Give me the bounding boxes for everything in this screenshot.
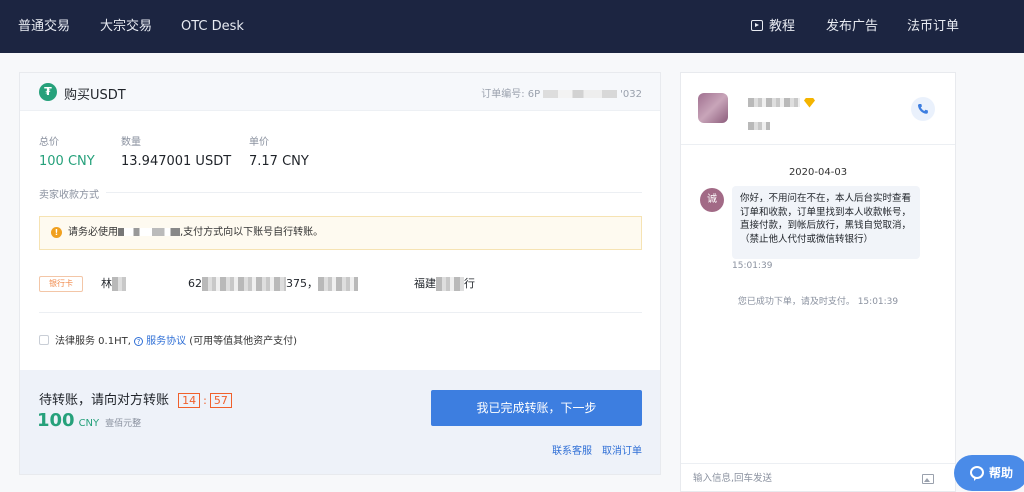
call-button[interactable] <box>911 97 935 121</box>
amount-currency: CNY <box>78 418 100 429</box>
contact-support-link[interactable]: 联系客服 <box>552 446 592 457</box>
chat-panel: 2020-04-03 诚 你好，不用问在不在，本人后台实时查看订单和收款，订单里… <box>680 72 956 492</box>
order-title: 购买USDT <box>64 88 126 103</box>
account-holder-initial: 林 <box>101 277 112 290</box>
footer-links: 联系客服 取消订单 <box>542 442 642 457</box>
quantity-label: 数量 <box>121 137 141 148</box>
legal-service-label: 法律服务 0.1HT, <box>55 336 131 347</box>
help-button[interactable]: 帮助 <box>954 455 1024 491</box>
bank-name[interactable]: 福建 行 <box>414 276 475 292</box>
legal-service-checkbox[interactable] <box>39 335 49 345</box>
redacted-text <box>748 98 800 107</box>
nav-item-tutorial[interactable]: 教程 <box>751 0 795 53</box>
payment-method-label: 卖家收款方式 <box>39 190 99 201</box>
amount-number: 100 <box>37 410 75 431</box>
redacted-text <box>748 121 770 130</box>
unit-price-stat: 单价 7.17 CNY <box>249 133 309 169</box>
total-price-label: 总价 <box>39 137 59 148</box>
image-upload-icon[interactable] <box>922 474 934 484</box>
order-number-redacted <box>543 90 618 98</box>
nav-item-normal-trade[interactable]: 普通交易 <box>18 0 70 53</box>
order-number-tail: '032 <box>620 89 642 100</box>
phone-icon <box>917 104 928 114</box>
chat-date: 2020-04-03 <box>788 167 848 178</box>
bank-name-start: 福建 <box>414 277 436 290</box>
divider <box>39 312 642 313</box>
top-nav: 普通交易 大宗交易 OTC Desk 教程 发布广告 法币订单 <box>0 0 1024 53</box>
avatar <box>698 93 728 123</box>
nav-item-post-ad[interactable]: 发布广告 <box>826 0 878 53</box>
help-button-label: 帮助 <box>989 466 1014 480</box>
order-number: 订单编号: 6P '032 <box>481 85 642 100</box>
nav-item-block-trade[interactable]: 大宗交易 <box>100 0 152 53</box>
merchant-info <box>748 115 770 134</box>
system-message: 您已成功下单，请及时支付。 15:01:39 <box>737 297 899 307</box>
service-agreement-link[interactable]: 服务协议 <box>146 336 186 347</box>
account-number-start: 62 <box>188 277 202 290</box>
payment-notice: ! 请务必使用 ,支付方式向以下账号自行转账。 <box>39 216 642 250</box>
bank-card-tag: 银行卡 <box>39 276 83 292</box>
notice-suffix: ,支付方式向以下账号自行转账。 <box>180 227 324 238</box>
divider <box>106 192 642 193</box>
account-holder[interactable]: 林 <box>101 276 126 292</box>
chat-header <box>681 73 955 145</box>
legal-note: (可用等值其他资产支付) <box>189 336 298 347</box>
chat-bubble-icon <box>970 466 984 481</box>
merchant-name <box>748 95 815 109</box>
message-timestamp: 15:01:39 <box>732 261 773 271</box>
account-number[interactable]: 62 375， <box>188 276 358 292</box>
redacted-text <box>436 277 464 291</box>
total-price-value: 100 CNY <box>39 154 95 169</box>
cancel-order-link[interactable]: 取消订单 <box>602 446 642 457</box>
chat-message: 你好，不用问在不在，本人后台实时查看订单和收款，订单里找到本人收款帐号，直接付款… <box>732 186 920 259</box>
account-number-end: 375 <box>286 277 307 290</box>
avatar: 诚 <box>700 188 724 212</box>
nav-item-fiat-orders[interactable]: 法币订单 <box>907 0 959 53</box>
unit-price-value: 7.17 CNY <box>249 154 309 169</box>
question-icon: ? <box>134 337 144 346</box>
redacted-text <box>112 277 126 291</box>
redacted-text <box>318 277 358 291</box>
diamond-badge-icon <box>804 97 815 108</box>
play-video-icon <box>751 20 763 31</box>
chat-input-bar <box>681 463 955 491</box>
redacted-text <box>202 277 286 291</box>
total-price-stat: 总价 100 CNY <box>39 133 95 169</box>
usdt-logo-icon: ₮ <box>39 83 57 101</box>
timer-separator: : <box>203 394 207 407</box>
warning-icon: ! <box>51 227 62 238</box>
transfer-complete-button[interactable]: 我已完成转账，下一步 <box>431 390 642 426</box>
nav-item-otc-desk[interactable]: OTC Desk <box>181 0 244 53</box>
order-number-label: 订单编号: 6P <box>481 89 541 100</box>
order-header: ₮ 购买USDT 订单编号: 6P '032 <box>20 73 660 111</box>
amount-chinese: 壹佰元整 <box>105 419 142 429</box>
timer-seconds: 57 <box>209 393 232 408</box>
waiting-status: 待转账，请向对方转账 14:57 <box>39 389 232 408</box>
payment-amount: 100 CNY 壹佰元整 <box>37 410 141 431</box>
account-separator: ， <box>307 277 318 290</box>
bank-name-end: 行 <box>464 277 475 290</box>
notice-prefix: 请务必使用 <box>68 227 118 238</box>
nav-tutorial-label: 教程 <box>769 19 796 34</box>
timer-minutes: 14 <box>178 393 201 408</box>
waiting-text: 待转账，请向对方转账 <box>39 393 170 408</box>
legal-service-row: 法律服务 0.1HT, ? 服务协议 (可用等值其他资产支付) <box>39 335 297 348</box>
redacted-name <box>118 228 180 236</box>
chat-input[interactable] <box>693 470 903 486</box>
quantity-stat: 数量 13.947001 USDT <box>121 133 231 169</box>
payment-footer: 待转账，请向对方转账 14:57 100 CNY 壹佰元整 我已完成转账，下一步 联… <box>20 370 660 474</box>
quantity-value: 13.947001 USDT <box>121 154 232 169</box>
order-card: ₮ 购买USDT 订单编号: 6P '032 总价 100 CNY 数量 13.9… <box>19 72 661 475</box>
unit-price-label: 单价 <box>249 137 269 148</box>
